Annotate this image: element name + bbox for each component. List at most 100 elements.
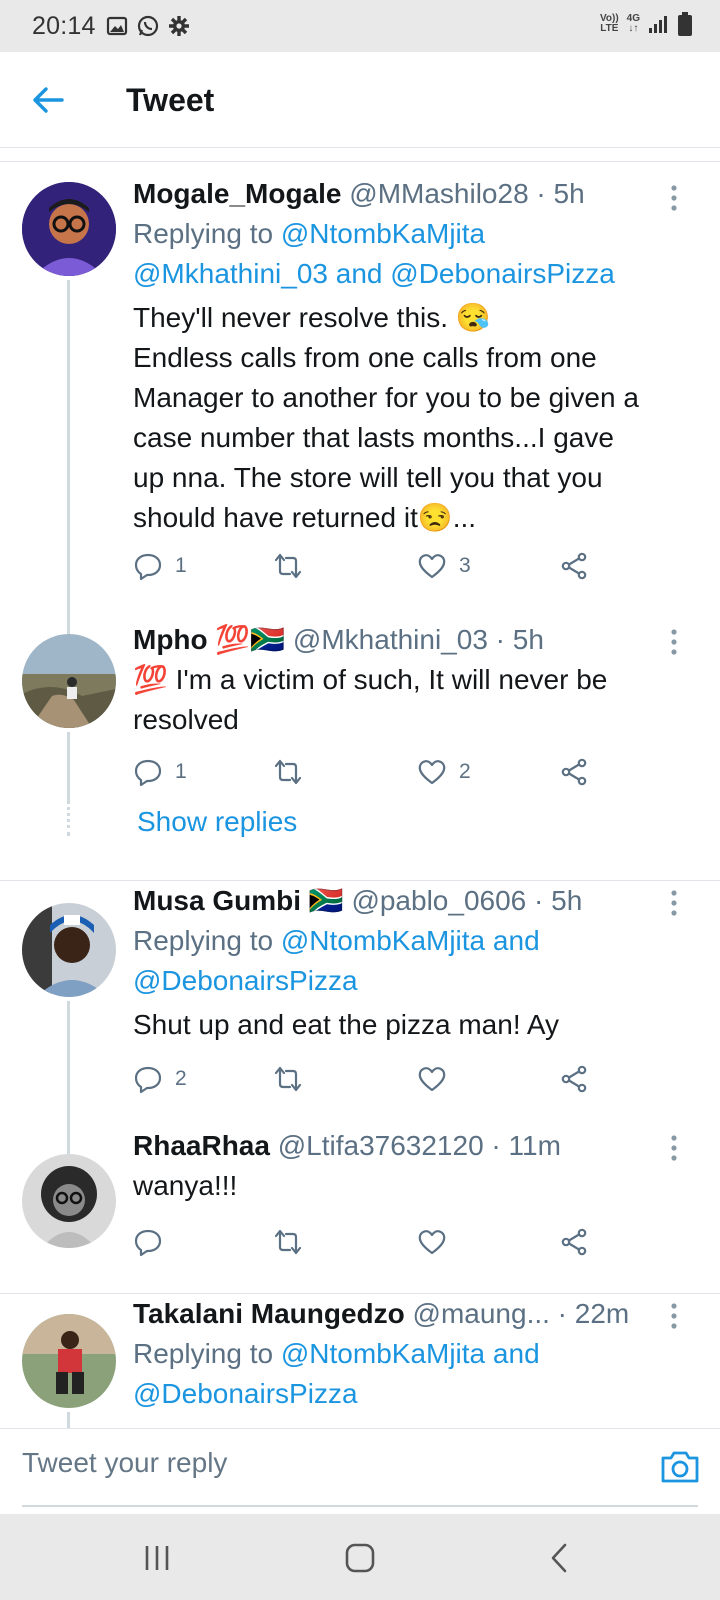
tweet-header: Musa Gumbi 🇿🇦 @pablo_0606 · 5h xyxy=(133,881,690,921)
camera-button[interactable] xyxy=(658,1445,702,1489)
more-options-button[interactable] xyxy=(664,1300,684,1336)
tweet-actions: 1 3 xyxy=(133,546,613,586)
share-icon xyxy=(561,552,587,580)
tweet-card[interactable]: RhaaRhaa @Ltifa37632120 · 11m wanya!!! xyxy=(0,1126,720,1293)
retweet-button[interactable] xyxy=(273,1059,315,1099)
more-vertical-icon xyxy=(671,185,677,211)
mention-link[interactable]: @DebonairsPizza xyxy=(390,258,615,289)
avatar[interactable] xyxy=(22,634,116,728)
like-button[interactable] xyxy=(417,1059,459,1099)
share-button[interactable] xyxy=(559,1222,589,1262)
tweet-text: Shut up and eat the pizza man! Ay xyxy=(133,1009,560,1040)
recent-apps-icon xyxy=(145,1546,169,1570)
tweet-card[interactable]: Takalani Maungedzo @maung... · 22m Reply… xyxy=(0,1294,720,1428)
back-button[interactable] xyxy=(28,80,68,120)
top-app-bar: Tweet xyxy=(0,52,720,148)
retweet-icon xyxy=(274,759,302,785)
tweet-actions xyxy=(133,1222,613,1262)
mention-link[interactable]: @NtombKaMjita xyxy=(281,1338,485,1369)
avatar[interactable] xyxy=(22,182,116,276)
replying-to-cont: @DebonairsPizza xyxy=(133,961,690,1001)
camera-icon xyxy=(661,1451,699,1483)
author-handle: @maung... xyxy=(412,1298,550,1329)
reply-button[interactable] xyxy=(133,1222,175,1262)
author-name[interactable]: Mpho 💯🇿🇦 xyxy=(133,624,285,655)
thread-line xyxy=(67,1126,70,1154)
like-button[interactable]: 3 xyxy=(417,546,471,586)
like-button[interactable]: 2 xyxy=(417,752,471,792)
author-handle: @Ltifa37632120 · 11m xyxy=(277,1130,561,1161)
tweet-card[interactable]: Mpho 💯🇿🇦 @Mkhathini_03 · 5h 💯 I'm a vict… xyxy=(0,614,720,880)
avatar[interactable] xyxy=(22,1154,116,1248)
author-handle: @pablo_0606 · 5h xyxy=(351,885,583,916)
reply-icon xyxy=(134,553,162,581)
avatar[interactable] xyxy=(22,1314,116,1408)
status-time: 20:14 xyxy=(32,12,96,40)
author-name[interactable]: Musa Gumbi 🇿🇦 xyxy=(133,885,344,916)
tweet-header: Mpho 💯🇿🇦 @Mkhathini_03 · 5h xyxy=(133,620,690,660)
retweet-button[interactable] xyxy=(273,1222,315,1262)
more-options-button[interactable] xyxy=(664,182,684,218)
heart-icon xyxy=(418,1067,446,1092)
tweet-actions: 2 xyxy=(133,1059,613,1099)
arrow-left-icon xyxy=(33,87,64,113)
thread-continuation xyxy=(67,800,70,836)
share-button[interactable] xyxy=(559,546,589,586)
thread-line xyxy=(67,1412,70,1428)
home-button[interactable] xyxy=(340,1538,380,1578)
signal-icon xyxy=(649,16,667,33)
like-button[interactable] xyxy=(417,1222,459,1262)
reply-button[interactable]: 2 xyxy=(133,1059,187,1099)
share-button[interactable] xyxy=(559,1059,589,1099)
more-vertical-icon xyxy=(671,890,677,916)
divider xyxy=(0,148,720,162)
mention-link[interactable]: @NtombKaMjita xyxy=(281,925,485,956)
network-indicator: 4G ↓↑ xyxy=(626,13,640,34)
tweet-card[interactable]: Musa Gumbi 🇿🇦 @pablo_0606 · 5h Replying … xyxy=(0,881,720,1129)
share-button[interactable] xyxy=(559,752,589,792)
recent-apps-button[interactable] xyxy=(138,1538,178,1578)
heart-icon xyxy=(418,1230,446,1255)
author-name[interactable]: Takalani Maungedzo xyxy=(133,1298,405,1329)
back-nav-button[interactable] xyxy=(540,1538,580,1578)
thread-line xyxy=(67,1001,70,1129)
tweet-card[interactable]: Mogale_Mogale @MMashilo28 · 5h Replying … xyxy=(0,162,720,620)
gear-icon xyxy=(169,16,189,36)
mention-link[interactable]: @Mkhathini_03 xyxy=(133,258,328,289)
tweet-text: wanya!!! xyxy=(133,1170,238,1201)
more-options-button[interactable] xyxy=(664,1132,684,1168)
tweet-actions: 1 2 xyxy=(133,752,613,792)
mention-link[interactable]: @DebonairsPizza xyxy=(133,965,358,996)
replying-to: Replying to @NtombKaMjita and xyxy=(133,925,540,956)
more-vertical-icon xyxy=(671,1303,677,1329)
reply-composer: Tweet your reply xyxy=(0,1428,720,1512)
more-options-button[interactable] xyxy=(664,626,684,662)
tweet-header: Takalani Maungedzo @maung... · 22m xyxy=(133,1298,630,1329)
battery-icon xyxy=(678,12,692,36)
reply-button[interactable]: 1 xyxy=(133,546,187,586)
author-name[interactable]: Mogale_Mogale xyxy=(133,178,341,209)
author-name[interactable]: RhaaRhaa xyxy=(133,1130,270,1161)
chevron-left-icon xyxy=(551,1543,567,1573)
avatar[interactable] xyxy=(22,903,116,997)
thread-line xyxy=(67,280,70,620)
author-handle: @Mkhathini_03 · 5h xyxy=(292,624,544,655)
more-options-button[interactable] xyxy=(664,887,684,923)
input-underline xyxy=(22,1505,698,1507)
reply-icon xyxy=(134,1066,162,1094)
tweet-text: They'll never resolve this. 😪 Endless ca… xyxy=(133,302,639,533)
tweet-header: Mogale_Mogale @MMashilo28 · 5h xyxy=(133,174,690,214)
reply-input[interactable]: Tweet your reply xyxy=(22,1447,227,1479)
more-vertical-icon xyxy=(671,1135,677,1161)
mention-link[interactable]: @DebonairsPizza xyxy=(133,1378,358,1409)
tweet-text: 💯 I'm a victim of such, It will never be… xyxy=(133,664,608,735)
show-replies-link[interactable]: Show replies xyxy=(137,806,297,838)
heart-icon xyxy=(418,554,446,579)
retweet-icon xyxy=(274,1229,302,1255)
image-icon xyxy=(106,16,128,36)
retweet-button[interactable] xyxy=(273,752,315,792)
retweet-icon xyxy=(274,553,302,579)
reply-button[interactable]: 1 xyxy=(133,752,187,792)
retweet-button[interactable] xyxy=(273,546,315,586)
mention-link[interactable]: @NtombKaMjita xyxy=(281,218,485,249)
